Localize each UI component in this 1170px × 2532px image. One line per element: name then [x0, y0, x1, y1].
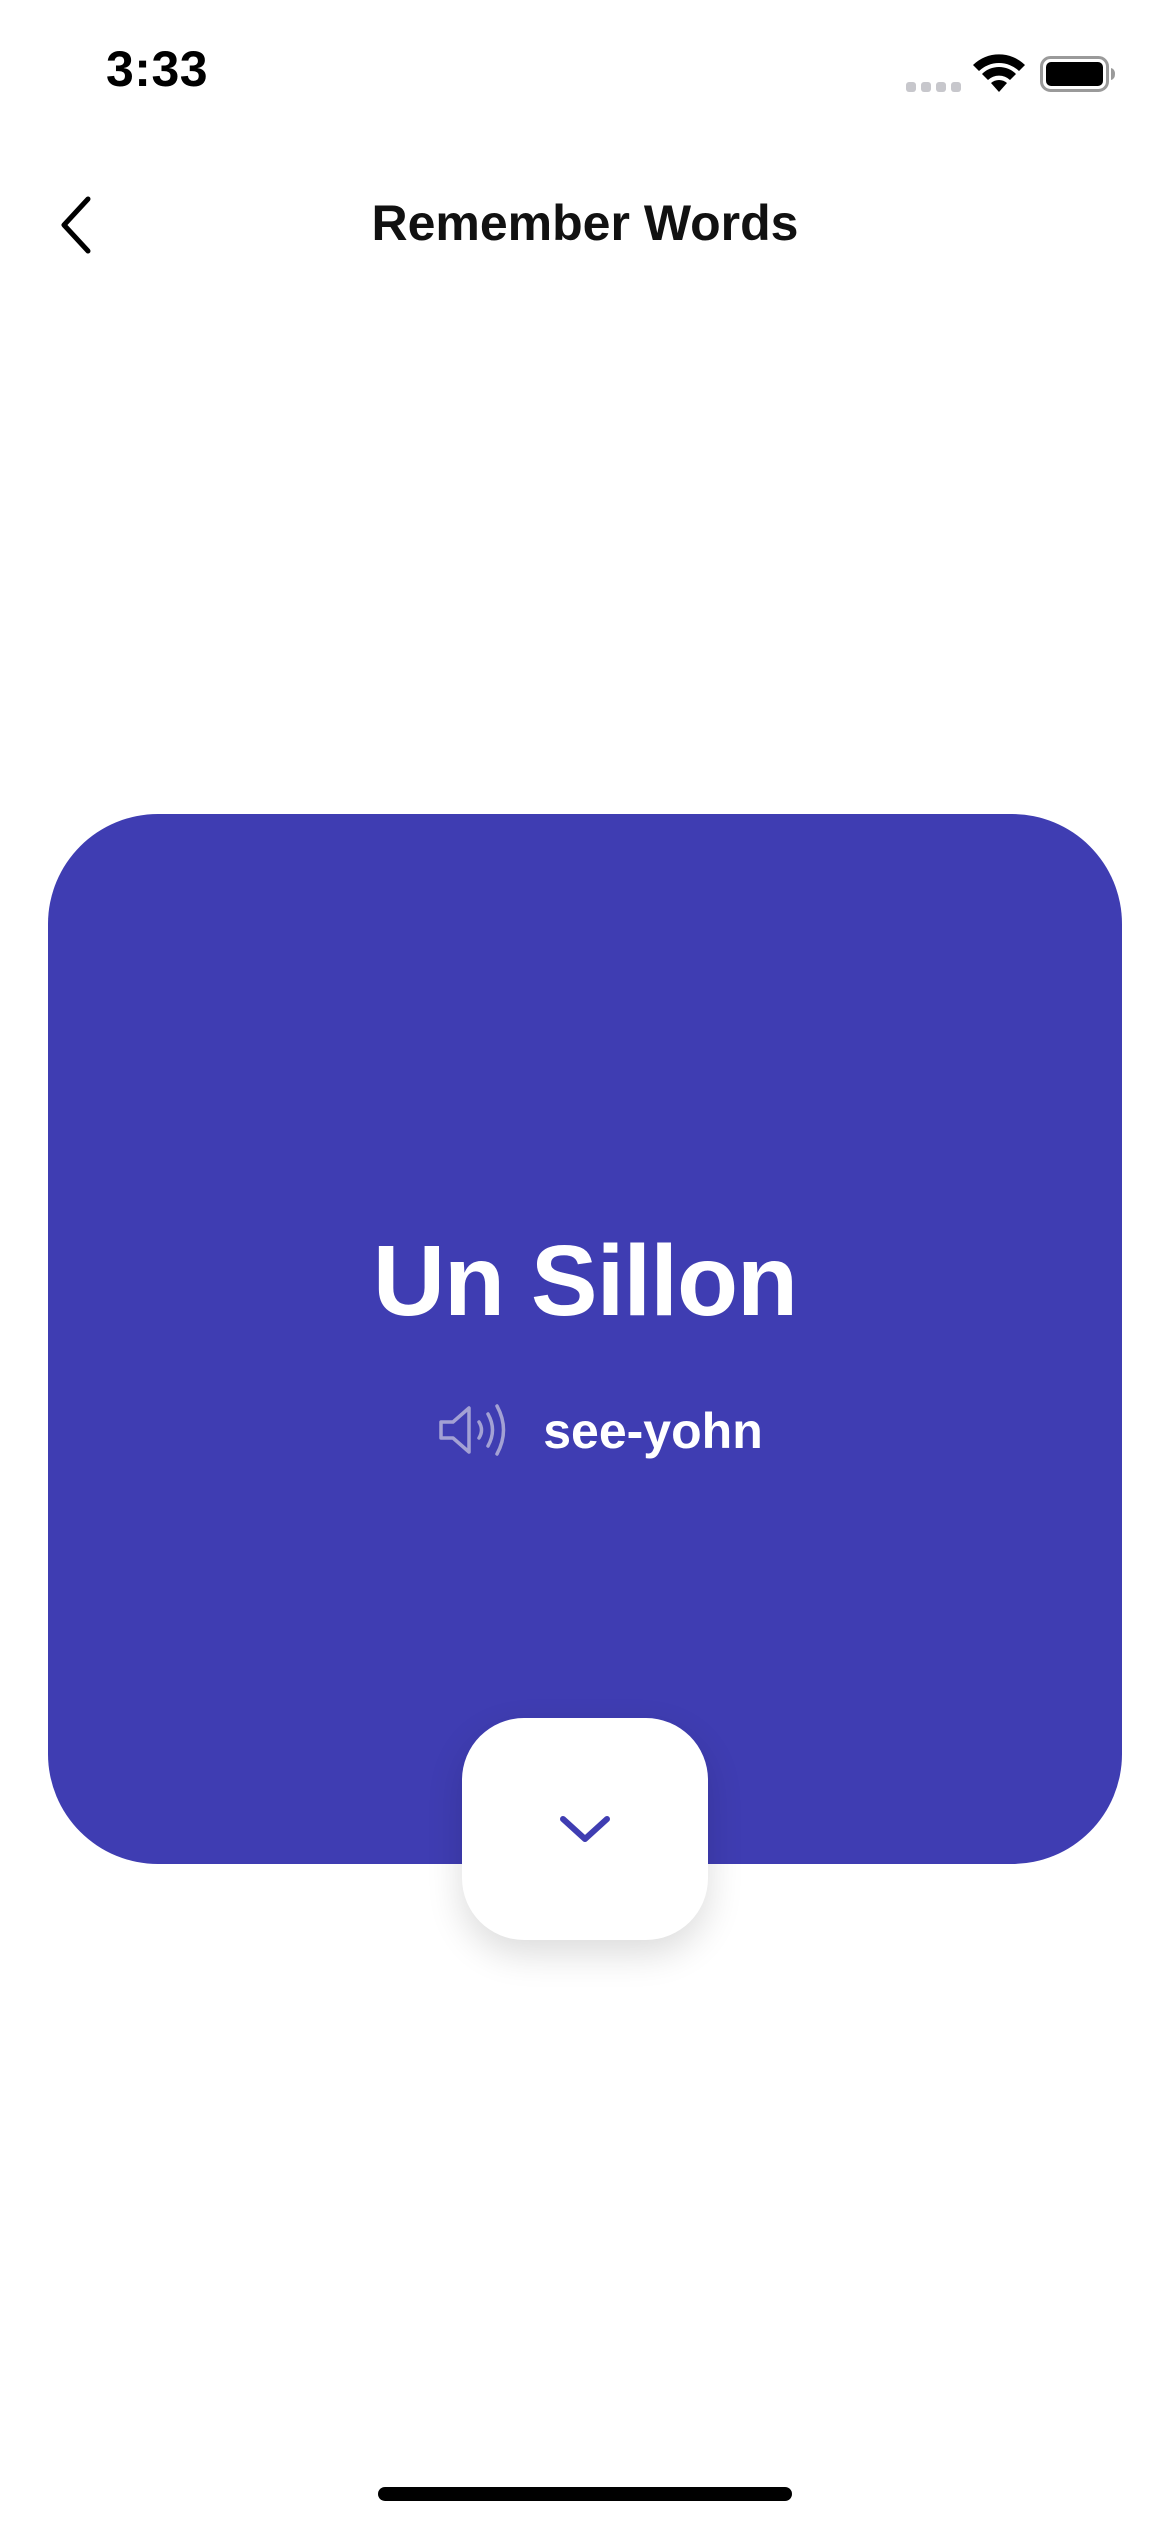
battery-icon [1040, 56, 1115, 92]
status-bar: 3:33 [0, 0, 1170, 150]
cellular-signal-icon [906, 82, 961, 92]
page-title: Remember Words [371, 195, 799, 251]
flash-card[interactable]: Un Sillon see-yohn [48, 814, 1122, 1864]
card-word: Un Sillon [372, 1225, 798, 1337]
pronunciation-row: see-yohn [48, 1400, 1122, 1460]
navigation-bar: Remember Words [0, 150, 1170, 300]
flip-card-button[interactable] [462, 1718, 708, 1940]
home-indicator[interactable] [378, 2487, 792, 2501]
speaker-icon[interactable] [437, 1402, 509, 1458]
status-time: 3:33 [106, 41, 209, 97]
wifi-icon [973, 54, 1025, 92]
chevron-down-icon [560, 1816, 610, 1842]
pronunciation-text: see-yohn [543, 1403, 763, 1459]
